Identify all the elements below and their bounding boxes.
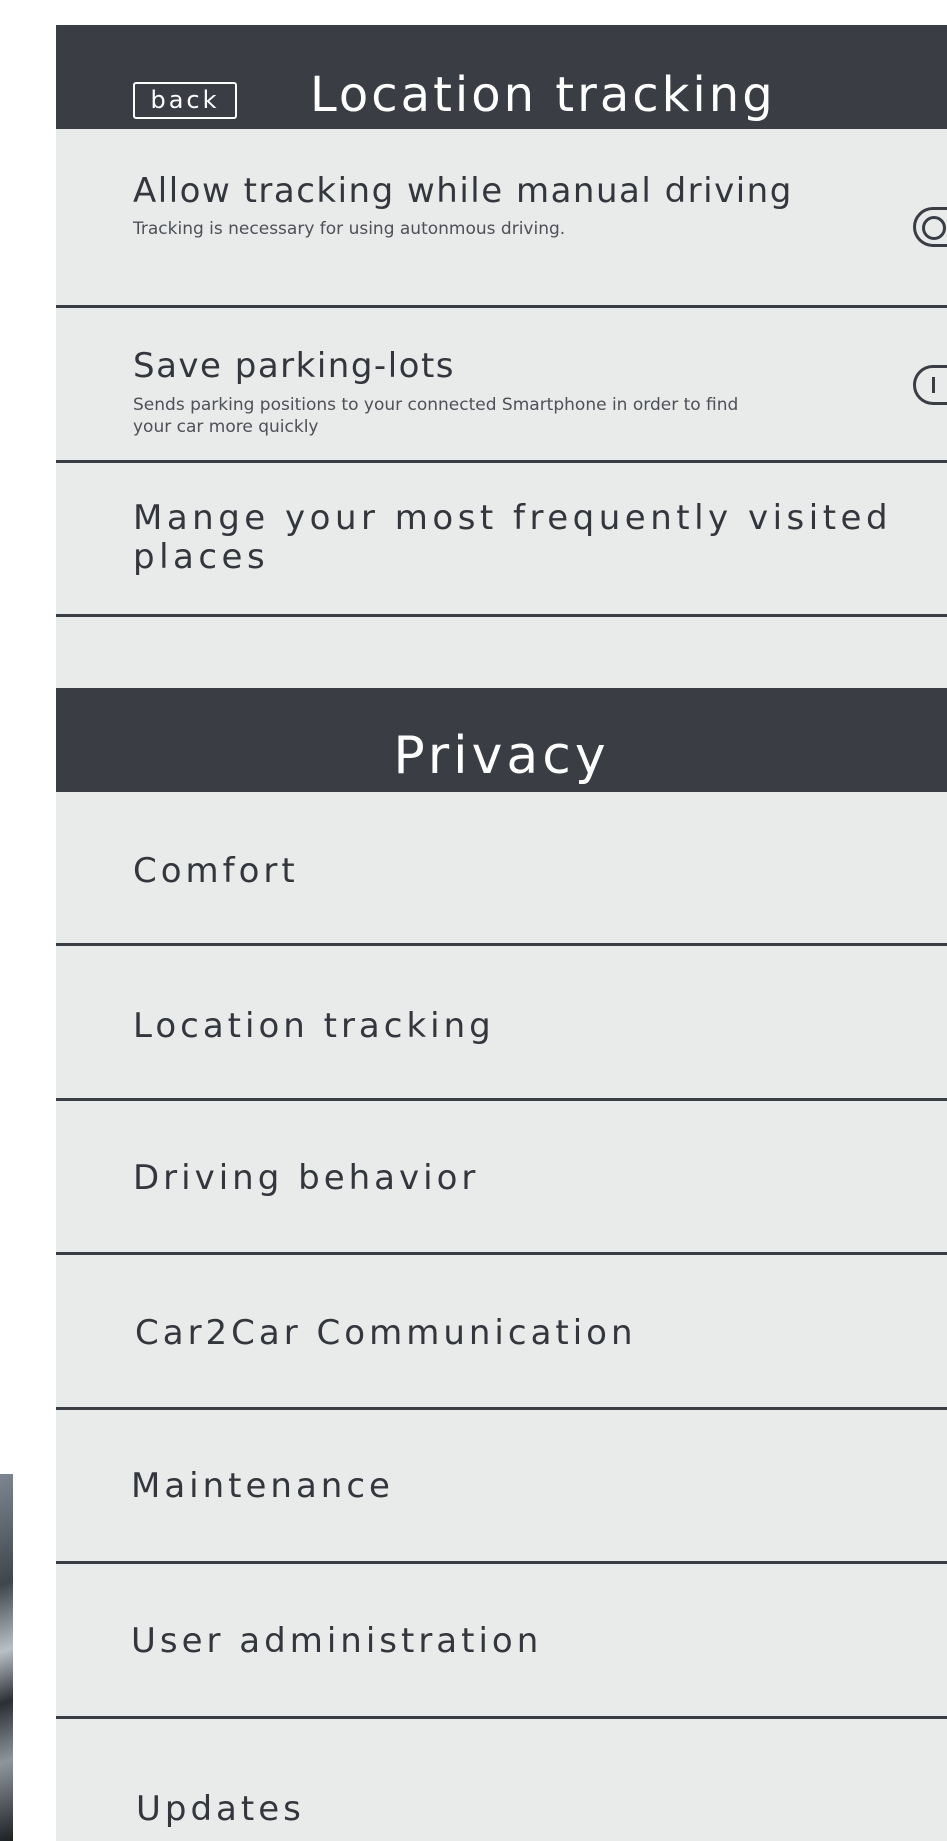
menu-item-maintenance[interactable]: Maintenance (56, 1410, 947, 1564)
menu-item-label: Updates (136, 1789, 305, 1829)
manage-places-row[interactable]: Mange your most frequently visited place… (56, 463, 947, 617)
menu-item-label: Location tracking (133, 1006, 495, 1046)
privacy-header: Privacy (56, 688, 947, 792)
menu-item-car2car[interactable]: Car2Car Communication (56, 1255, 947, 1410)
menu-item-label: Driving behavior (133, 1158, 480, 1198)
setting-row-save-parking[interactable]: Save parking-lots Sends parking position… (56, 308, 947, 463)
menu-item-updates[interactable]: Updates (56, 1719, 947, 1841)
menu-item-label: User administration (131, 1621, 543, 1661)
menu-item-driving-behavior[interactable]: Driving behavior (56, 1101, 947, 1255)
privacy-title: Privacy (393, 726, 610, 786)
menu-item-label: Car2Car Communication (135, 1313, 637, 1353)
location-tracking-header: back Location tracking (56, 25, 947, 129)
toggle-knob (922, 216, 946, 240)
menu-item-location-tracking[interactable]: Location tracking (56, 946, 947, 1101)
settings-panel: back Location tracking Allow tracking wh… (56, 25, 947, 1841)
menu-item-comfort[interactable]: Comfort (56, 792, 947, 946)
setting-row-manual-tracking[interactable]: Allow tracking while manual driving Trac… (56, 129, 947, 308)
back-button[interactable]: back (133, 82, 237, 119)
manual-tracking-toggle[interactable] (913, 207, 947, 247)
setting-title: Allow tracking while manual driving (133, 171, 793, 211)
manage-places-label-line1: Mange your most frequently visited (133, 498, 893, 538)
menu-item-label: Maintenance (131, 1466, 394, 1506)
setting-description: Tracking is necessary for using autonmou… (133, 219, 566, 239)
setting-description: Sends parking positions to your connecte… (133, 395, 739, 437)
toggle-on-indicator (932, 377, 935, 393)
save-parking-toggle[interactable] (913, 365, 947, 405)
setting-title: Save parking-lots (133, 346, 455, 386)
menu-item-label: Comfort (133, 851, 299, 891)
background-photo (0, 1474, 13, 1841)
menu-item-user-administration[interactable]: User administration (56, 1564, 947, 1719)
manage-places-label-line2: places (133, 537, 270, 577)
page-title: Location tracking (310, 67, 776, 123)
